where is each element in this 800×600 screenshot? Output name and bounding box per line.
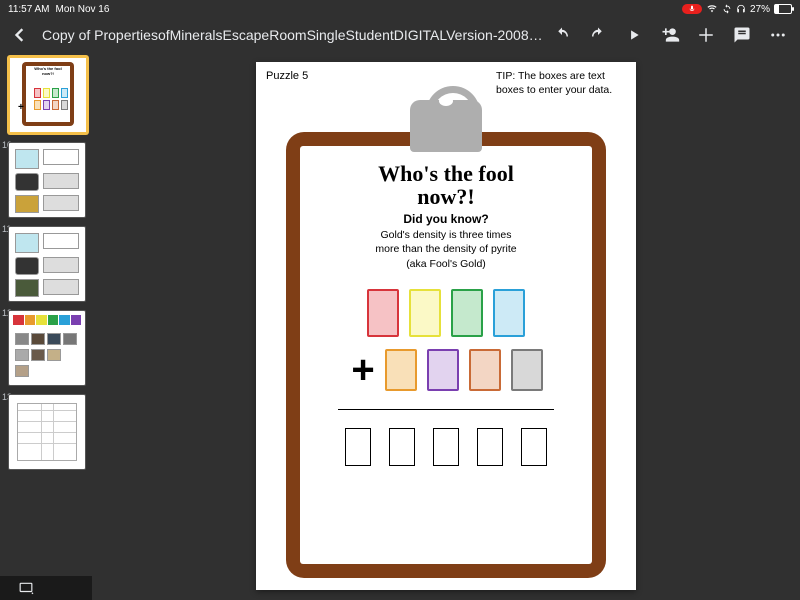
battery-pct: 27% xyxy=(750,4,770,15)
thumbnail-rail-footer xyxy=(0,576,92,600)
puzzle-label: Puzzle 5 xyxy=(266,70,308,82)
slide-thumbnail-13[interactable]: 13 xyxy=(8,394,84,470)
status-time: 11:57 AM xyxy=(8,4,50,15)
wifi-icon xyxy=(706,4,718,14)
slides-grid-icon[interactable] xyxy=(18,581,34,595)
present-button[interactable] xyxy=(624,25,644,45)
input-box-yellow[interactable] xyxy=(409,289,441,337)
answer-box[interactable] xyxy=(345,428,371,466)
answer-box[interactable] xyxy=(389,428,415,466)
share-person-button[interactable] xyxy=(660,25,680,45)
add-button[interactable] xyxy=(696,25,716,45)
redo-button[interactable] xyxy=(588,25,608,45)
status-bar: 11:57 AM Mon Nov 16 27% xyxy=(0,0,800,18)
thumb-mini-title: Who's the foolnow?! xyxy=(10,66,86,76)
thumb-plus-icon: + xyxy=(18,102,24,113)
answer-box[interactable] xyxy=(477,428,503,466)
slide-thumbnail-12[interactable]: 12 xyxy=(8,310,84,386)
headphones-icon xyxy=(736,4,746,14)
undo-button[interactable] xyxy=(552,25,572,45)
input-box-blue[interactable] xyxy=(493,289,525,337)
clipboard-graphic: Who's the fool now?! Did you know? Gold'… xyxy=(286,108,606,578)
status-date: Mon Nov 16 xyxy=(56,4,110,15)
answer-row xyxy=(300,428,592,466)
input-box-orange[interactable] xyxy=(385,349,417,391)
comment-button[interactable] xyxy=(732,25,752,45)
slide-fact: Gold's density is three times more than … xyxy=(300,228,592,271)
slide-subhead: Did you know? xyxy=(300,212,592,226)
sync-icon xyxy=(722,4,732,14)
battery-icon xyxy=(774,4,792,14)
input-box-red[interactable] xyxy=(367,289,399,337)
tip-label: TIP: The boxes are text boxes to enter y… xyxy=(496,70,626,97)
app-toolbar: Copy of PropertiesofMineralsEscapeRoomSi… xyxy=(0,18,800,52)
plus-icon: + xyxy=(349,350,377,390)
slide-thumbnail-rail[interactable]: Who's the foolnow?! + 10 xyxy=(0,52,92,600)
divider-line xyxy=(338,409,554,410)
answer-box[interactable] xyxy=(521,428,547,466)
slide-title: Who's the fool now?! xyxy=(300,146,592,208)
slide-thumbnail-9[interactable]: Who's the foolnow?! + xyxy=(8,56,84,134)
mic-recording-icon xyxy=(682,4,702,14)
input-box-brown[interactable] xyxy=(469,349,501,391)
clipboard-clip-icon xyxy=(410,100,482,152)
answer-box[interactable] xyxy=(433,428,459,466)
back-button[interactable] xyxy=(6,22,32,48)
input-box-green[interactable] xyxy=(451,289,483,337)
slide-thumbnail-10[interactable]: 10 xyxy=(8,142,84,218)
input-box-grey[interactable] xyxy=(511,349,543,391)
document-title[interactable]: Copy of PropertiesofMineralsEscapeRoomSi… xyxy=(42,27,546,43)
input-box-purple[interactable] xyxy=(427,349,459,391)
slide-thumbnail-11[interactable]: 11 xyxy=(8,226,84,302)
more-button[interactable] xyxy=(768,25,788,45)
color-row-2: + xyxy=(300,349,592,391)
slide[interactable]: Puzzle 5 TIP: The boxes are text boxes t… xyxy=(256,62,636,590)
slide-canvas[interactable]: Puzzle 5 TIP: The boxes are text boxes t… xyxy=(92,52,800,600)
color-row-1 xyxy=(300,289,592,337)
